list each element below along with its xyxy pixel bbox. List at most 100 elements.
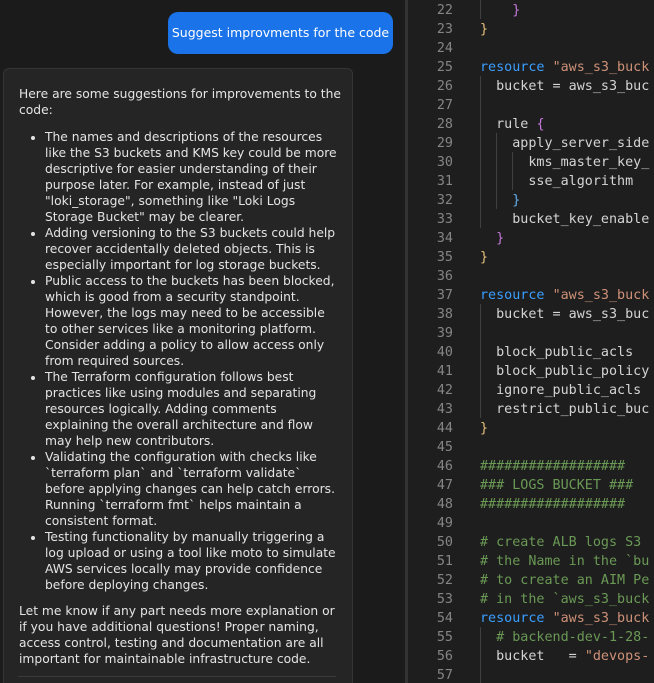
code-token: sse_algorithm bbox=[480, 174, 634, 189]
code-token: resource bbox=[480, 611, 553, 626]
line-number: 31 bbox=[436, 174, 453, 189]
line-number: 43 bbox=[436, 402, 453, 417]
code-token: } bbox=[480, 421, 489, 436]
line-number: 32 bbox=[436, 193, 453, 208]
code-line[interactable]: 44} bbox=[408, 419, 654, 438]
line-number: 34 bbox=[436, 231, 453, 246]
code-token: # create ALB logs S3 bbox=[480, 535, 642, 550]
suggestion-item: Public access to the buckets has been bl… bbox=[45, 273, 341, 369]
code-line[interactable]: 28 rule { bbox=[408, 115, 654, 134]
code-line[interactable]: 35} bbox=[408, 248, 654, 267]
code-line[interactable]: 42 ignore_public_acls bbox=[408, 381, 654, 400]
code-token: ################## bbox=[480, 459, 626, 474]
code-line[interactable]: 37 resource "aws_s3_buck bbox=[408, 286, 654, 305]
line-number: 45 bbox=[436, 440, 453, 455]
code-text: } bbox=[480, 248, 488, 267]
line-number: 42 bbox=[436, 383, 453, 398]
code-token: } bbox=[512, 193, 521, 208]
code-token: "aws_s3_buck bbox=[552, 611, 650, 626]
assistant-message: Here are some suggestions for improvemen… bbox=[19, 86, 341, 667]
code-line[interactable]: 31 sse_algorithm bbox=[408, 172, 654, 191]
code-token: resource bbox=[480, 60, 553, 75]
code-text: resource "aws_s3_buck bbox=[480, 286, 649, 305]
code-line[interactable]: 27 bbox=[408, 96, 654, 115]
code-line[interactable]: 22 } bbox=[408, 1, 654, 20]
code-text: resource "aws_s3_buck bbox=[480, 609, 649, 628]
assistant-outro: Let me know if any part needs more expla… bbox=[19, 604, 335, 666]
code-token: ################## bbox=[480, 497, 626, 512]
code-text: } bbox=[480, 229, 504, 248]
line-number: 40 bbox=[436, 345, 453, 360]
code-line[interactable]: 45 bbox=[408, 438, 654, 457]
code-text: sse_algorithm bbox=[480, 172, 633, 191]
line-number: 51 bbox=[436, 554, 453, 569]
code-line[interactable]: 53 # in the `aws_s3_buck bbox=[408, 590, 654, 609]
code-text: ### LOGS BUCKET ### bbox=[480, 476, 633, 495]
code-line[interactable]: 47 ### LOGS BUCKET ### bbox=[408, 476, 654, 495]
code-line[interactable]: 52 # to create an AIM Pe bbox=[408, 571, 654, 590]
code-token: { bbox=[536, 117, 545, 132]
line-number: 41 bbox=[436, 364, 453, 379]
code-text: # create ALB logs S3 bbox=[480, 533, 641, 552]
code-line[interactable]: 36 bbox=[408, 267, 654, 286]
code-token: } bbox=[512, 3, 521, 18]
code-token: apply_server_side bbox=[480, 136, 650, 151]
line-number: 35 bbox=[436, 250, 453, 265]
code-line[interactable]: 24 bbox=[408, 39, 654, 58]
code-line[interactable]: 23} bbox=[408, 20, 654, 39]
code-line[interactable]: 41 block_public_policy bbox=[408, 362, 654, 381]
code-line[interactable]: 50 # create ALB logs S3 bbox=[408, 533, 654, 552]
line-number: 30 bbox=[436, 155, 453, 170]
code-line[interactable]: 49 bbox=[408, 514, 654, 533]
line-number: 27 bbox=[436, 98, 453, 113]
code-line[interactable]: 57 bbox=[408, 666, 654, 683]
line-number: 36 bbox=[436, 269, 453, 284]
code-line[interactable]: 46 ################## bbox=[408, 457, 654, 476]
line-number: 44 bbox=[436, 421, 453, 436]
code-token: bucket = aws_s3_buc bbox=[480, 79, 650, 94]
code-token: "devops- bbox=[584, 649, 650, 664]
code-line[interactable]: 51 # the Name in the `bu bbox=[408, 552, 654, 571]
code-token: ### LOGS BUCKET ### bbox=[480, 478, 634, 493]
code-token: } bbox=[480, 22, 489, 37]
code-line[interactable]: 56 bucket = "devops- bbox=[408, 647, 654, 666]
line-number: 37 bbox=[436, 288, 453, 303]
line-number: 52 bbox=[436, 573, 453, 588]
code-line[interactable]: 38 bucket = aws_s3_buc bbox=[408, 305, 654, 324]
code-token: restrict_public_buc bbox=[480, 402, 650, 417]
code-line[interactable]: 25 resource "aws_s3_buck bbox=[408, 58, 654, 77]
code-line[interactable]: 48 ################## bbox=[408, 495, 654, 514]
line-number: 56 bbox=[436, 649, 453, 664]
code-text: } bbox=[480, 419, 488, 438]
suggestion-item: Testing functionality by manually trigge… bbox=[45, 529, 341, 593]
code-editor[interactable]: 22 } 23} 24 25 resource "aws_s3_buck 26 bucke… bbox=[408, 0, 654, 683]
code-token: bucket = bbox=[480, 649, 585, 664]
code-line[interactable]: 32 } bbox=[408, 191, 654, 210]
code-text: } bbox=[480, 20, 488, 39]
line-number: 25 bbox=[436, 60, 453, 75]
code-text: ignore_public_acls bbox=[480, 381, 641, 400]
code-line[interactable]: 43 restrict_public_buc bbox=[408, 400, 654, 419]
code-text: kms_master_key_ bbox=[480, 153, 649, 172]
line-number: 29 bbox=[436, 136, 453, 151]
code-line[interactable]: 26 bucket = aws_s3_buc bbox=[408, 77, 654, 96]
chat-input-edge bbox=[18, 676, 336, 677]
code-line[interactable]: 30 kms_master_key_ bbox=[408, 153, 654, 172]
code-line[interactable]: 33 bucket_key_enable bbox=[408, 210, 654, 229]
code-text: ################## bbox=[480, 457, 625, 476]
code-token: # the Name in the `bu bbox=[480, 554, 650, 569]
code-line[interactable]: 39 bbox=[408, 324, 654, 343]
line-number: 38 bbox=[436, 307, 453, 322]
code-line[interactable]: 40 block_public_acls bbox=[408, 343, 654, 362]
code-line[interactable]: 34 } bbox=[408, 229, 654, 248]
code-line[interactable]: 29 apply_server_side bbox=[408, 134, 654, 153]
code-token: } bbox=[480, 250, 489, 265]
code-line[interactable]: 55 # backend-dev-1-28- bbox=[408, 628, 654, 647]
code-line[interactable]: 54 resource "aws_s3_buck bbox=[408, 609, 654, 628]
code-text: block_public_policy bbox=[480, 362, 649, 381]
code-text: apply_server_side bbox=[480, 134, 649, 153]
code-token: # backend-dev-1-28- bbox=[480, 630, 650, 645]
